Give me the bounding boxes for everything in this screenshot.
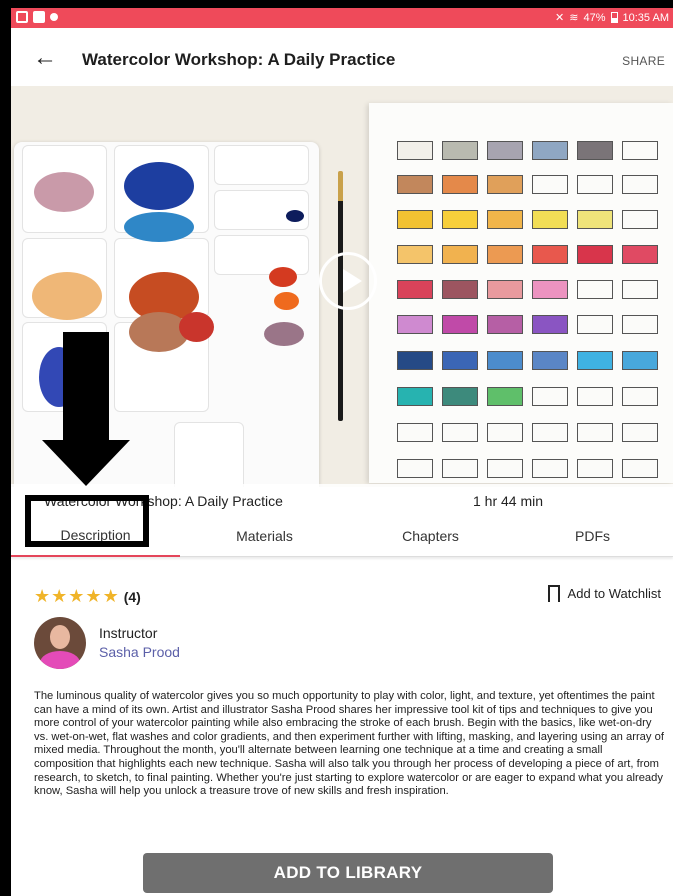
instructor-avatar[interactable]	[34, 617, 86, 669]
wifi-icon: ≋	[569, 12, 579, 24]
image-notification-icon	[33, 11, 45, 23]
battery-icon	[610, 12, 618, 23]
page-title: Watercolor Workshop: A Daily Practice	[82, 50, 396, 69]
watchlist-label: Add to Watchlist	[567, 586, 661, 601]
add-to-library-button[interactable]: ADD TO LIBRARY	[143, 853, 553, 893]
rating-count: (4)	[123, 588, 141, 605]
star-icon: ★	[68, 586, 85, 606]
status-bar: ✕ ≋ 47% 10:35 AM	[11, 8, 673, 28]
mute-icon: ✕	[555, 12, 565, 24]
tab-chapters[interactable]: Chapters	[349, 515, 512, 557]
app-bar: ← Watercolor Workshop: A Daily Practice …	[11, 28, 673, 86]
instructor-name-link[interactable]: Sasha Prood	[99, 644, 180, 660]
bookmark-icon	[547, 585, 560, 606]
star-icon: ★	[85, 586, 102, 606]
star-icon: ★	[51, 586, 68, 606]
paint-palette-image	[14, 142, 319, 487]
tab-materials[interactable]: Materials	[180, 515, 349, 557]
gallery-notification-icon	[16, 11, 28, 23]
tab-pdfs[interactable]: PDFs	[512, 515, 673, 557]
swatch-chart-image	[369, 103, 673, 483]
course-description: The luminous quality of watercolor gives…	[34, 690, 664, 798]
video-duration: 1 hr 44 min	[473, 493, 544, 509]
instructor-label: Instructor	[99, 625, 158, 641]
star-icon: ★	[34, 586, 51, 606]
star-icon: ★	[102, 586, 119, 606]
app-notification-icon	[50, 13, 58, 21]
rating: ★ ★ ★ ★ ★ (4)	[34, 586, 141, 607]
share-button[interactable]: SHARE	[622, 54, 665, 68]
back-arrow-icon[interactable]: ←	[33, 44, 57, 72]
clock: 10:35 AM	[622, 11, 669, 24]
add-to-watchlist-button[interactable]: Add to Watchlist	[547, 585, 661, 606]
annotation-highlight-box	[25, 495, 149, 547]
battery-percent: 47%	[583, 11, 606, 24]
system-indicators: ✕ ≋ 47% 10:35 AM	[555, 11, 669, 25]
annotation-arrow-shaft	[63, 332, 109, 442]
play-button-icon[interactable]	[319, 252, 377, 310]
annotation-arrow-head	[42, 440, 130, 486]
video-thumbnail[interactable]	[11, 86, 673, 487]
notification-icons	[16, 11, 58, 23]
